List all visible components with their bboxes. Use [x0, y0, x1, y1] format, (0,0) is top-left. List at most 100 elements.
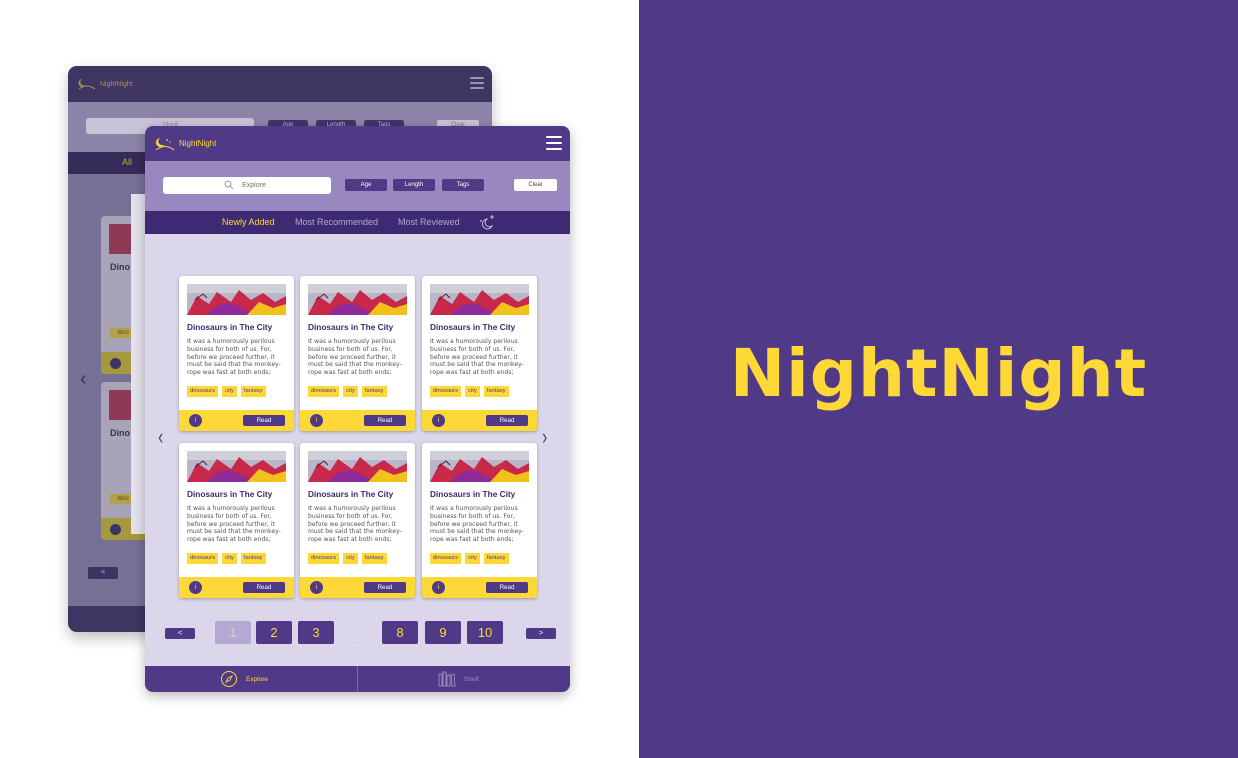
books-icon [438, 671, 456, 687]
moon-stars-logo-icon [155, 137, 175, 150]
bottom-nav: Explore Shelf [145, 666, 570, 692]
book-description: It was a humorously perilous business fo… [187, 505, 281, 544]
nav-explore-label: Explore [246, 675, 269, 683]
hamburger-menu-icon[interactable] [546, 136, 562, 150]
tag-chip[interactable]: dinosaurs [308, 553, 340, 564]
read-button[interactable]: Read [243, 415, 285, 426]
tag-chip[interactable]: fantasy [361, 553, 387, 564]
book-cover-image [308, 284, 407, 315]
nav-divider [357, 666, 358, 692]
back-prev-page-button: < [88, 567, 118, 579]
book-card-footer: i Read [422, 577, 537, 598]
app-header: NightNight [145, 126, 570, 161]
book-card[interactable]: Dinosaurs in The City It was a humorously… [179, 276, 294, 431]
book-title: Dinosaurs in The City [430, 322, 516, 332]
tag-chip[interactable]: fantasy [483, 386, 509, 397]
info-button[interactable]: i [432, 414, 445, 427]
tag-chip[interactable]: city [343, 553, 358, 564]
tab-newly-added[interactable]: Newly Added [222, 217, 275, 227]
moon-stars-icon[interactable] [478, 214, 496, 230]
nav-shelf[interactable]: Shelf [438, 666, 479, 692]
chevron-right-icon[interactable]: › [542, 424, 547, 450]
read-button[interactable]: Read [364, 582, 406, 593]
book-card-footer: i Read [300, 410, 415, 431]
book-cover-image [430, 284, 529, 315]
prev-page-button[interactable]: < [165, 628, 195, 639]
brand-title: NightNight [729, 334, 1148, 412]
filter-age-button[interactable]: Age [345, 179, 387, 191]
tag-chip[interactable]: dinosaurs [430, 553, 462, 564]
tag-chip[interactable]: fantasy [240, 386, 266, 397]
clear-button[interactable]: Clear [514, 179, 557, 191]
book-tags: dinosaurs city fantasy [430, 386, 509, 397]
logo-icon [78, 79, 96, 90]
tag-chip[interactable]: fantasy [483, 553, 509, 564]
book-description: It was a humorously perilous business fo… [430, 505, 524, 544]
book-card[interactable]: Dinosaurs in The City It was a humorously… [300, 276, 415, 431]
book-card[interactable]: Dinosaurs in The City It was a humorously… [422, 443, 537, 598]
front-tablet-screen: NightNight Age Length Tags Clear Newly A… [145, 126, 570, 692]
info-button[interactable]: i [310, 581, 323, 594]
read-button[interactable]: Read [243, 582, 285, 593]
book-description: It was a humorously perilous business fo… [308, 505, 402, 544]
book-cover-image [187, 284, 286, 315]
back-menu-icon [470, 77, 484, 89]
nav-explore[interactable]: Explore [220, 666, 268, 692]
pagination-ellipsis: ... [348, 635, 362, 645]
search-bar: Age Length Tags Clear [145, 161, 570, 211]
app-logo[interactable]: NightNight [155, 137, 216, 151]
book-description: It was a humorously perilous business fo… [187, 338, 281, 377]
compass-icon [221, 671, 237, 687]
tab-most-recommended[interactable]: Most Recommended [295, 217, 378, 227]
book-description: It was a humorously perilous business fo… [430, 338, 524, 377]
book-title: Dinosaurs in The City [308, 322, 394, 332]
chevron-left-icon[interactable]: ‹ [158, 424, 163, 450]
book-tags: dinosaurs city fantasy [308, 553, 387, 564]
presentation-stage: NightNight Shelf Age Length Tags Clear A… [0, 0, 1238, 758]
tag-chip[interactable]: fantasy [361, 386, 387, 397]
tag-chip[interactable]: city [222, 553, 237, 564]
tag-chip[interactable]: dinosaurs [308, 386, 340, 397]
tag-chip[interactable]: dinosaurs [430, 386, 462, 397]
tab-most-reviewed[interactable]: Most Reviewed [398, 217, 460, 227]
book-card[interactable]: Dinosaurs in The City It was a humorously… [422, 276, 537, 431]
info-button[interactable]: i [432, 581, 445, 594]
tag-chip[interactable]: city [222, 386, 237, 397]
page-10-button[interactable]: 10 [467, 621, 503, 644]
page-3-button[interactable]: 3 [298, 621, 334, 644]
back-card-title: Dino [110, 262, 130, 272]
read-button[interactable]: Read [486, 582, 528, 593]
book-cover-image [430, 451, 529, 482]
book-card[interactable]: Dinosaurs in The City It was a humorously… [179, 443, 294, 598]
page-9-button[interactable]: 9 [425, 621, 461, 644]
filter-tags-button[interactable]: Tags [442, 179, 484, 191]
book-description: It was a humorously perilous business fo… [308, 338, 402, 377]
filter-length-button[interactable]: Length [393, 179, 435, 191]
book-card-footer: i Read [300, 577, 415, 598]
next-page-button[interactable]: > [526, 628, 556, 639]
page-2-button[interactable]: 2 [256, 621, 292, 644]
book-title: Dinosaurs in The City [308, 489, 394, 499]
read-button[interactable]: Read [364, 415, 406, 426]
info-button[interactable]: i [310, 414, 323, 427]
book-tags: dinosaurs city fantasy [430, 553, 509, 564]
read-button[interactable]: Read [486, 415, 528, 426]
page-1-button[interactable]: 1 [215, 621, 251, 644]
info-button[interactable]: i [189, 581, 202, 594]
back-tab-all: All [122, 157, 133, 167]
tag-chip[interactable]: city [465, 553, 480, 564]
book-card-footer: i Read [422, 410, 537, 431]
search-input[interactable] [163, 177, 331, 194]
tag-chip[interactable]: city [465, 386, 480, 397]
info-button[interactable]: i [189, 414, 202, 427]
book-tags: dinosaurs city fantasy [308, 386, 387, 397]
tag-chip[interactable]: fantasy [240, 553, 266, 564]
book-cover-image [187, 451, 286, 482]
book-card[interactable]: Dinosaurs in The City It was a humorously… [300, 443, 415, 598]
tag-chip[interactable]: dinosaurs [187, 386, 219, 397]
tag-chip[interactable]: dinosaurs [187, 553, 219, 564]
back-logo-text: NightNight [100, 80, 133, 88]
page-8-button[interactable]: 8 [382, 621, 418, 644]
tag-chip[interactable]: city [343, 386, 358, 397]
logo-text: NightNight [179, 139, 217, 148]
